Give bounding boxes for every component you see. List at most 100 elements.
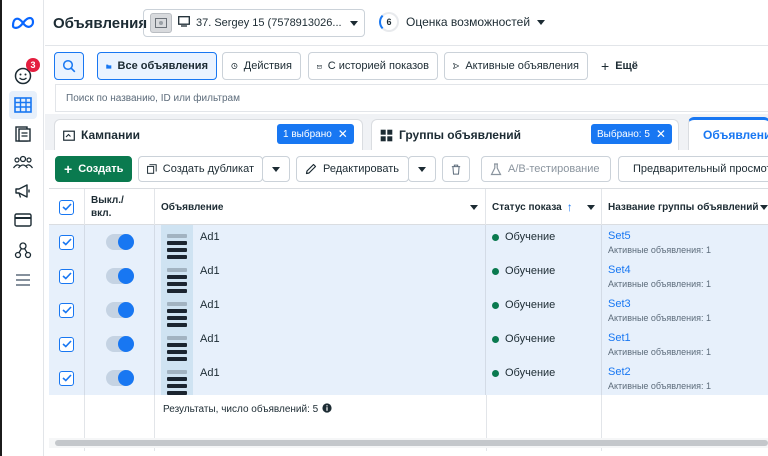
notifications-icon[interactable]: 3 [9, 58, 40, 90]
preview-button[interactable]: Предварительный просмотр [618, 156, 768, 182]
pages-icon[interactable] [9, 120, 37, 148]
ad-thumbnail[interactable] [161, 293, 193, 327]
close-icon[interactable]: ✕ [338, 127, 348, 141]
delivery-toggle[interactable] [105, 336, 134, 352]
adset-link[interactable]: Set4 [608, 264, 631, 276]
edit-button[interactable]: Редактировать [296, 156, 409, 182]
audiences-icon[interactable] [9, 148, 37, 176]
toolbar: + Создать Создать дубликат Редактировать… [45, 150, 768, 188]
status-label: Обучение [505, 299, 556, 311]
delivery-toggle[interactable] [105, 234, 134, 250]
delivery-toggle[interactable] [105, 268, 134, 284]
ad-name[interactable]: Ad1 [200, 231, 220, 243]
preview-label: Предварительный просмотр [633, 163, 768, 175]
filter-active-ads[interactable]: Активные объявления [444, 52, 588, 80]
ad-name[interactable]: Ad1 [200, 299, 220, 311]
ad-thumbnail[interactable] [161, 327, 193, 361]
row-ad-cell: Ad1 [155, 259, 486, 293]
toggle-knob [117, 336, 134, 352]
account-name: 37. Sergey 15 (7578913026... [196, 17, 342, 29]
table-row[interactable]: Ad1 Обучение Set2 Активные объявления: 1 [49, 361, 768, 395]
table-row[interactable]: Ad1 Обучение Set4 Активные объявления: 1 [49, 259, 768, 293]
ad-thumbnail[interactable] [161, 361, 193, 395]
duplicate-dropdown[interactable] [262, 156, 290, 182]
row-checkbox[interactable] [59, 302, 74, 318]
row-status-cell: Обучение [486, 361, 602, 395]
ad-thumbnail[interactable] [161, 259, 193, 293]
delivery-toggle[interactable] [105, 370, 134, 386]
search-icon [62, 59, 76, 73]
billing-card-icon[interactable] [9, 206, 37, 234]
chevron-down-icon[interactable] [587, 205, 595, 210]
check-icon [61, 306, 72, 314]
close-icon[interactable]: ✕ [656, 127, 666, 141]
tab-ads[interactable]: Объявления [688, 117, 768, 150]
filter-all-ads[interactable]: Все объявления [97, 52, 217, 80]
edit-dropdown[interactable] [408, 156, 436, 182]
megaphone-icon[interactable] [9, 177, 37, 205]
adset-link[interactable]: Set2 [608, 366, 631, 378]
delivery-toggle[interactable] [105, 302, 134, 318]
account-type-icon [178, 16, 190, 30]
toggle-knob [117, 370, 134, 386]
table-row[interactable]: Ad1 Обучение Set5 Активные объявления: 1 [49, 225, 768, 259]
menu-icon[interactable] [9, 266, 37, 294]
row-select-cell [49, 327, 85, 361]
history-icon [231, 63, 238, 69]
adsets-selection-label: Выбрано: 5 [597, 128, 650, 140]
duplicate-icon [147, 164, 157, 174]
adsets-selection-pill[interactable]: Выбрано: 5 ✕ [591, 124, 672, 144]
filter-more[interactable]: + Ещё [593, 52, 649, 80]
select-all-checkbox[interactable] [59, 199, 74, 215]
plus-icon: + [64, 161, 73, 177]
search-button[interactable] [54, 52, 84, 80]
delete-button[interactable] [442, 156, 470, 182]
row-checkbox[interactable] [59, 268, 74, 284]
row-checkbox[interactable] [59, 336, 74, 352]
ad-name[interactable]: Ad1 [200, 333, 220, 345]
info-icon[interactable] [322, 403, 332, 416]
row-checkbox[interactable] [59, 234, 74, 250]
table-row[interactable]: Ad1 Обучение Set3 Активные объявления: 1 [49, 293, 768, 327]
row-checkbox[interactable] [59, 370, 74, 386]
ad-thumbnail[interactable] [161, 225, 193, 259]
ad-name[interactable]: Ad1 [200, 367, 220, 379]
notifications-badge: 3 [26, 58, 40, 72]
account-selector[interactable]: 37. Sergey 15 (7578913026... [143, 9, 365, 37]
adset-link[interactable]: Set1 [608, 332, 631, 344]
chevron-down-icon [537, 19, 546, 25]
campaigns-selection-pill[interactable]: 1 выбрано ✕ [277, 124, 354, 144]
search-input[interactable]: Поиск по названию, ID или фильтрам [55, 84, 768, 112]
adset-link[interactable]: Set5 [608, 230, 631, 242]
table-row[interactable]: Ad1 Обучение Set1 Активные объявления: 1 [49, 327, 768, 361]
business-settings-icon[interactable] [9, 236, 37, 264]
horizontal-scrollbar[interactable] [55, 440, 768, 446]
adset-active-count: Активные объявления: 1 [608, 313, 711, 323]
filter-with-delivery[interactable]: С историей показов [308, 52, 438, 80]
check-icon [61, 340, 72, 348]
opportunity-score[interactable]: 6 Оценка возможностей [379, 12, 546, 32]
create-button[interactable]: + Создать [55, 156, 132, 182]
col-toggle[interactable]: Выкл./ вкл. [85, 189, 155, 225]
row-adset-cell: Set2 Активные объявления: 1 [602, 361, 768, 395]
chevron-down-icon[interactable] [470, 205, 478, 210]
ads-manager-table-icon[interactable] [9, 91, 37, 119]
row-status-cell: Обучение [486, 293, 602, 327]
row-select-cell [49, 361, 85, 395]
adset-link[interactable]: Set3 [608, 298, 631, 310]
duplicate-button[interactable]: Создать дубликат [138, 156, 263, 182]
filter-actions[interactable]: Действия [222, 52, 301, 80]
ab-test-button[interactable]: A/B-тестирование [481, 156, 611, 182]
col-adset[interactable]: Название группы объявлений [602, 189, 768, 225]
adset-active-count: Активные объявления: 1 [608, 245, 711, 255]
chevron-down-icon [350, 20, 358, 26]
score-label: Оценка возможностей [406, 15, 531, 29]
col-status[interactable]: Статус показа ↑ [486, 189, 602, 225]
row-ad-cell: Ad1 [155, 327, 486, 361]
sort-arrow-up-icon[interactable]: ↑ [567, 200, 573, 214]
status-dot [492, 267, 499, 275]
ad-name[interactable]: Ad1 [200, 265, 220, 277]
chevron-down-icon[interactable] [760, 205, 768, 210]
meta-logo-icon[interactable] [9, 8, 37, 36]
col-ad[interactable]: Объявление [155, 189, 486, 225]
